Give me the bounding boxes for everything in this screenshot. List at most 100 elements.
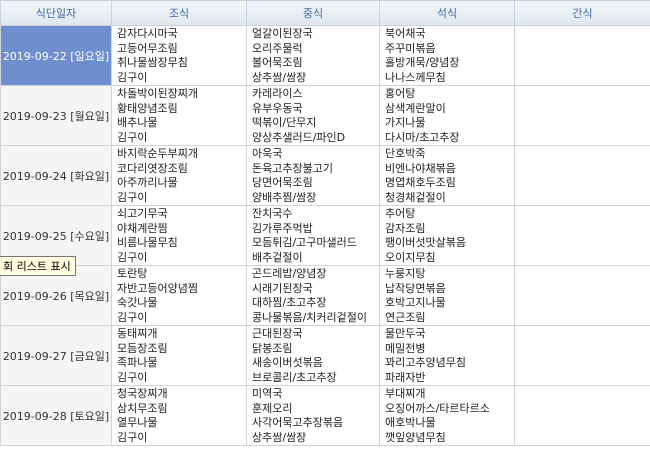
header-date[interactable]: 식단일자: [0, 0, 112, 26]
snack-cell[interactable]: [514, 325, 650, 386]
menu-list: 청국장찌개 삼치무조림 열무나물 김구이: [112, 386, 246, 445]
menu-list: 단호박죽 비엔나야채볶음 명엽채호두조림 청경채겉절이: [380, 146, 514, 205]
menu-item: 상추쌈/쌈장: [252, 70, 307, 84]
header-dinner[interactable]: 석식: [379, 0, 515, 26]
table-row[interactable]: 2019-09-25 [수요일] 쇠고기무국 야채계란찜 비름나물무침 김구이 잔치국수 김…: [0, 205, 650, 266]
dinner-cell[interactable]: 부대찌개 오징어까스/타르타르소 애호박나물 깻잎양념무침: [379, 385, 515, 446]
menu-item: 김구이: [117, 250, 148, 264]
table-row[interactable]: 2019-09-28 [토요일] 청국장찌개 삼치무조림 열무나물 김구이 미역국 훈제오리…: [0, 385, 650, 446]
menu-list: 감자다시마국 고등어무조림 취나물쌈장무침 김구이: [112, 26, 246, 85]
dinner-cell[interactable]: 단호박죽 비엔나야채볶음 명엽채호두조림 청경채겉절이: [379, 145, 515, 206]
breakfast-cell[interactable]: 감자다시마국 고등어무조림 취나물쌈장무침 김구이: [111, 25, 247, 86]
date-cell[interactable]: 2019-09-24 [화요일]: [0, 145, 112, 206]
menu-item: 김가루주먹밥: [252, 221, 313, 235]
menu-item: 청국장찌개: [117, 387, 168, 400]
lunch-cell[interactable]: 얼갈이된장국 오리주물럭 볼어묵조림 상추쌈/쌈장: [246, 25, 380, 86]
menu-list: 미역국 훈제오리 사각어묵고추장볶음 상추쌈/쌈장: [247, 386, 379, 445]
dinner-cell[interactable]: 북어채국 주꾸미볶음 홀방개묵/양념장 나나스께무침: [379, 25, 515, 86]
menu-item: 차돌박이된장찌개: [117, 87, 198, 100]
dinner-cell[interactable]: 추어탕 감자조림 팽이버섯맛살볶음 오이지무침: [379, 205, 515, 266]
header-lunch[interactable]: 중식: [246, 0, 380, 26]
menu-item: 자반고등어양념찜: [117, 281, 198, 295]
menu-item: 볼어묵조림: [252, 56, 303, 69]
breakfast-cell[interactable]: 동태찌개 모듬장조림 족파나물 김구이: [111, 325, 247, 386]
lunch-cell[interactable]: 곤드레밥/양념장 시래기된장국 대하찜/초고추장 콩나물볶음/치커리겉절이: [246, 265, 380, 326]
menu-list: [515, 146, 650, 147]
menu-item: 새송이버섯볶음: [252, 356, 323, 369]
menu-item: 김구이: [117, 190, 148, 204]
table-row[interactable]: 2019-09-23 [월요일] 차돌박이된장찌개 황태양념조림 배추나물 김구이 카레라…: [0, 85, 650, 146]
menu-item: 돈육고추장불고기: [252, 161, 333, 175]
menu-list: 잔치국수 김가루주먹밥 모듬튀김/고구마샐러드 배추겉절이: [247, 206, 379, 265]
date-cell[interactable]: 2019-09-23 [월요일]: [0, 85, 112, 146]
snack-cell[interactable]: [514, 85, 650, 146]
menu-list: 아욱국 돈육고추장불고기 당면어묵조림 양배추찜/쌈장: [247, 146, 379, 205]
menu-item: 야채계란찜: [117, 221, 168, 235]
dinner-cell[interactable]: 누룽지탕 납작당면볶음 호박고지나물 연근조림: [379, 265, 515, 326]
menu-item: 북어채국: [385, 27, 426, 40]
header-snack[interactable]: 간식: [514, 0, 650, 26]
breakfast-cell[interactable]: 토란탕 자반고등어양념찜 숙갓나물 김구이: [111, 265, 247, 326]
date-cell[interactable]: 2019-09-28 [토요일]: [0, 385, 112, 446]
menu-item: 상추쌈/쌈장: [252, 430, 307, 444]
snack-cell[interactable]: [514, 205, 650, 266]
menu-item: 감자다시마국: [117, 27, 178, 40]
table-row[interactable]: 2019-09-22 [일요일] 감자다시마국 고등어무조림 취나물쌈장무침 김구이 얼갈…: [0, 25, 650, 86]
breakfast-cell[interactable]: 차돌박이된장찌개 황태양념조림 배추나물 김구이: [111, 85, 247, 146]
table-row[interactable]: 2019-09-26 [목요일] 토란탕 자반고등어양념찜 숙갓나물 김구이 곤드레밥/양…: [0, 265, 650, 326]
menu-item: 훈제오리: [252, 401, 293, 415]
lunch-cell[interactable]: 잔치국수 김가루주먹밥 모듬튀김/고구마샐러드 배추겉절이: [246, 205, 380, 266]
menu-list: 토란탕 자반고등어양념찜 숙갓나물 김구이: [112, 266, 246, 325]
dinner-cell[interactable]: 물만두국 메밀전병 꽈리고추양념무침 파래자반: [379, 325, 515, 386]
snack-cell[interactable]: [514, 265, 650, 326]
menu-item: 유부우동국: [252, 101, 303, 115]
menu-item: 고등어무조림: [117, 41, 178, 55]
menu-list: 곤드레밥/양념장 시래기된장국 대하찜/초고추장 콩나물볶음/치커리겉절이: [247, 266, 379, 325]
menu-item: 김구이: [117, 70, 148, 84]
menu-item: 배추나물: [117, 116, 158, 129]
menu-list: 추어탕 감자조림 팽이버섯맛살볶음 오이지무침: [380, 206, 514, 265]
dinner-cell[interactable]: 홍어탕 삼색계란말이 가지나물 다시마/초고추장: [379, 85, 515, 146]
date-cell[interactable]: 2019-09-27 [금요일]: [0, 325, 112, 386]
menu-list: 얼갈이된장국 오리주물럭 볼어묵조림 상추쌈/쌈장: [247, 26, 379, 85]
table-row[interactable]: 2019-09-27 [금요일] 동태찌개 모듬장조림 족파나물 김구이 근대된장국 닭봉조…: [0, 325, 650, 386]
menu-item: 비엔나야채볶음: [385, 161, 456, 175]
tooltip: 회 리스트 표시: [0, 256, 76, 276]
menu-item: 가지나물: [385, 116, 426, 129]
table-row[interactable]: 2019-09-24 [화요일] 바지락순두부찌개 코다리엿장조림 아주까리나물 김구이…: [0, 145, 650, 206]
lunch-cell[interactable]: 근대된장국 닭봉조림 새송이버섯볶음 브로콜리/초고추장: [246, 325, 380, 386]
snack-cell[interactable]: [514, 385, 650, 446]
menu-item: 오징어까스/타르타르소: [385, 401, 490, 415]
menu-item: 닭봉조림: [252, 341, 293, 355]
menu-item: 모듬장조림: [117, 341, 168, 355]
menu-item: 아욱국: [252, 147, 283, 160]
menu-list: 홍어탕 삼색계란말이 가지나물 다시마/초고추장: [380, 86, 514, 145]
menu-item: 메밀전병: [385, 341, 426, 355]
menu-list: 카레라이스 유부우동국 떡볶이/단무지 양상추샐러드/파인D: [247, 86, 379, 145]
breakfast-cell[interactable]: 쇠고기무국 야채계란찜 비름나물무침 김구이: [111, 205, 247, 266]
menu-item: 깻잎양념무침: [385, 430, 446, 444]
lunch-cell[interactable]: 카레라이스 유부우동국 떡볶이/단무지 양상추샐러드/파인D: [246, 85, 380, 146]
breakfast-cell[interactable]: 바지락순두부찌개 코다리엿장조림 아주까리나물 김구이: [111, 145, 247, 206]
menu-item: 모듬튀김/고구마샐러드: [252, 236, 357, 249]
menu-item: 주꾸미볶음: [385, 41, 436, 55]
menu-item: 홍어탕: [385, 87, 416, 100]
menu-item: 파래자반: [385, 370, 426, 384]
header-breakfast[interactable]: 조식: [111, 0, 247, 26]
menu-item: 열무나물: [117, 416, 158, 429]
menu-list: [515, 206, 650, 207]
menu-item: 연근조림: [385, 310, 426, 324]
date-cell[interactable]: 2019-09-22 [일요일]: [0, 25, 112, 86]
snack-cell[interactable]: [514, 145, 650, 206]
menu-item: 브로콜리/초고추장: [252, 370, 337, 384]
menu-list: [515, 86, 650, 87]
lunch-cell[interactable]: 아욱국 돈육고추장불고기 당면어묵조림 양배추찜/쌈장: [246, 145, 380, 206]
lunch-cell[interactable]: 미역국 훈제오리 사각어묵고추장볶음 상추쌈/쌈장: [246, 385, 380, 446]
menu-item: 양배추찜/쌈장: [252, 190, 317, 204]
snack-cell[interactable]: [514, 25, 650, 86]
breakfast-cell[interactable]: 청국장찌개 삼치무조림 열무나물 김구이: [111, 385, 247, 446]
menu-item: 떡볶이/단무지: [252, 116, 317, 129]
menu-item: 사각어묵고추장볶음: [252, 416, 344, 429]
menu-item: 코다리엿장조림: [117, 161, 188, 175]
menu-item: 오이지무침: [385, 250, 436, 264]
